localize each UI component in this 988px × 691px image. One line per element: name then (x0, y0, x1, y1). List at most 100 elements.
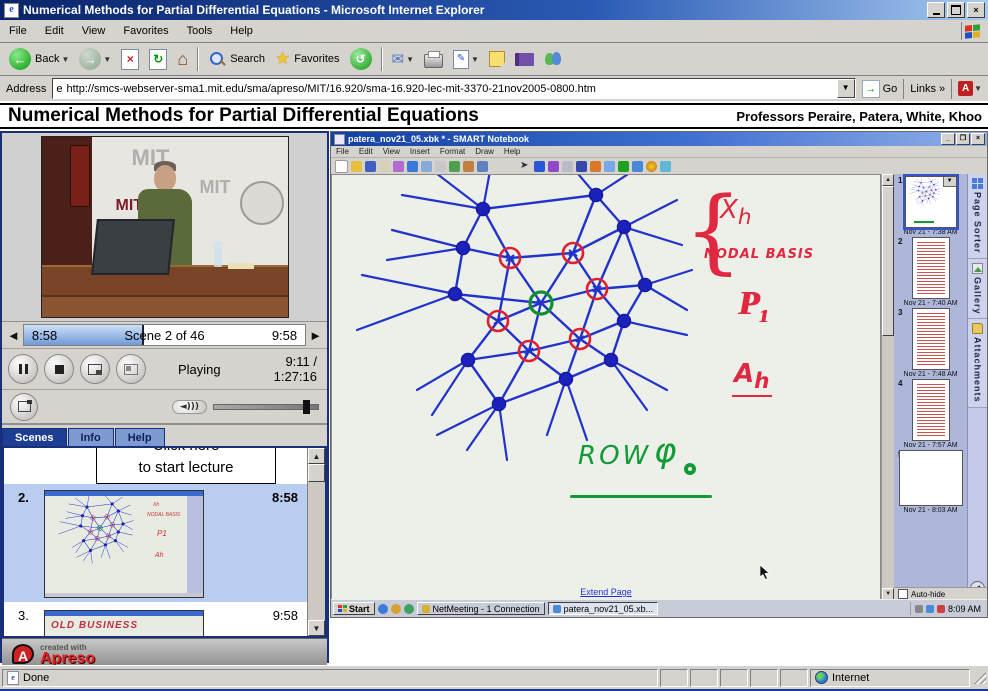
discuss-button[interactable] (484, 49, 510, 69)
delete-icon[interactable] (435, 161, 446, 172)
titlebar[interactable]: e Numerical Methods for Partial Differen… (0, 0, 988, 20)
stop-playback-button[interactable] (44, 354, 74, 384)
creative-pen-icon[interactable] (548, 161, 559, 172)
transparency-icon[interactable] (660, 161, 671, 172)
pdf-button[interactable]: A ▼ (951, 79, 988, 99)
page-menu-dropdown-icon[interactable]: ▼ (943, 176, 957, 187)
scene-scrollbar[interactable]: ▲ ▼ (307, 448, 325, 636)
volume-slider[interactable] (213, 404, 319, 410)
pen-tool-icon[interactable] (534, 161, 545, 172)
next-scene-button[interactable]: ► (306, 328, 325, 343)
page-thumbnail[interactable] (899, 450, 963, 506)
nb-minimize-button[interactable]: _ (941, 133, 955, 145)
print-button[interactable] (419, 48, 448, 70)
pdf-dropdown-icon[interactable]: ▼ (974, 84, 982, 93)
popout-button[interactable] (10, 393, 38, 421)
whiteboard-canvas[interactable]: { Xh NODAL BASIS P1 Ah ROW φ Extend Page (331, 174, 881, 600)
document-camera-icon[interactable] (477, 161, 488, 172)
page-thumb-1[interactable]: 1▼Nov 21 - 7:38 AM (894, 176, 967, 236)
line-width-icon[interactable] (632, 161, 643, 172)
maximize-button[interactable] (947, 2, 965, 18)
line-tool-icon[interactable] (576, 161, 587, 172)
pause-button[interactable] (8, 354, 38, 384)
eraser-icon[interactable] (562, 161, 573, 172)
extend-page-link[interactable]: Extend Page (332, 587, 880, 597)
scroll-down-icon[interactable]: ▼ (308, 620, 325, 636)
minimize-button[interactable] (927, 2, 945, 18)
scroll-thumb[interactable] (308, 464, 325, 482)
research-button[interactable] (510, 51, 539, 68)
quicklaunch-icon-3[interactable] (404, 604, 414, 614)
close-button[interactable]: × (967, 2, 985, 18)
text-tool-icon[interactable] (604, 161, 615, 172)
fill-color-icon[interactable] (646, 161, 657, 172)
scene-3-thumbnail[interactable]: OLD BUSINESS (44, 610, 204, 636)
favorites-button[interactable]: ★ Favorites (270, 47, 345, 71)
color-icon[interactable] (618, 161, 629, 172)
nb-close-button[interactable]: × (971, 133, 985, 145)
refresh-button[interactable]: ↻ (144, 47, 172, 72)
swap-view-button[interactable] (116, 354, 146, 384)
page-thumbnail[interactable]: ▼ (905, 176, 957, 228)
stop-button[interactable]: × (116, 47, 144, 72)
page-thumb-3[interactable]: 3Nov 21 - 7:48 AM (894, 308, 967, 378)
forward-button[interactable]: → ▼ (74, 46, 116, 72)
scene-item-2-selected[interactable]: 2. 8:58 Xh NODAL BASIS P1 Ah (4, 484, 308, 602)
messenger-button[interactable] (539, 49, 567, 69)
back-dropdown-icon[interactable]: ▼ (61, 55, 69, 64)
tab-gallery[interactable]: Gallery (968, 259, 987, 320)
redo-icon[interactable] (421, 161, 432, 172)
tray-shield-icon[interactable] (937, 605, 945, 613)
nb-menu-view[interactable]: View (378, 147, 405, 156)
tab-scenes[interactable]: Scenes (2, 428, 67, 446)
menu-file[interactable]: File (0, 22, 36, 40)
save-icon[interactable] (365, 161, 376, 172)
address-input[interactable]: e http://smcs-webserver-sma1.mit.edu/sma… (52, 78, 855, 99)
tray-pen-icon[interactable] (915, 605, 923, 613)
nb-restore-button[interactable]: ❐ (956, 133, 970, 145)
tab-attachments[interactable]: Attachments (968, 319, 987, 408)
mail-button[interactable]: ✉ ▼ (387, 48, 420, 70)
volume-knob[interactable] (303, 400, 310, 414)
home-button[interactable]: ⌂ (172, 47, 193, 72)
nb-menu-format[interactable]: Format (435, 147, 470, 156)
edit-button[interactable]: ✎ ▼ (448, 48, 484, 71)
links-button[interactable]: Links » (903, 79, 951, 99)
forward-dropdown-icon[interactable]: ▼ (103, 55, 111, 64)
page-thumbnail[interactable] (912, 379, 950, 441)
menu-favorites[interactable]: Favorites (114, 22, 177, 40)
netmeeting-task-button[interactable]: NetMeeting - 1 Connection (417, 602, 545, 615)
history-button[interactable]: ↺ (345, 46, 377, 72)
tab-info[interactable]: Info (68, 428, 114, 446)
insert-page-icon[interactable] (449, 161, 460, 172)
quicklaunch-ie-icon[interactable] (378, 604, 388, 614)
canvas-scrollbar[interactable]: ▲ ▼ (881, 174, 894, 600)
scene-item-3[interactable]: 3. 9:58 OLD BUSINESS (4, 602, 308, 636)
lecture-video[interactable]: MIT MIT MIT Massachusetts Institute of T… (41, 136, 289, 318)
page-thumb-4[interactable]: 4Nov 21 - 7:57 AM (894, 379, 967, 449)
back-button[interactable]: ← Back ▼ (4, 46, 74, 72)
shape-tool-icon[interactable] (590, 161, 601, 172)
seek-bar[interactable]: 8:58 Scene 2 of 46 9:58 (23, 324, 306, 346)
resize-grip[interactable] (974, 672, 986, 684)
nb-menu-insert[interactable]: Insert (405, 147, 435, 156)
paste-icon[interactable] (379, 161, 390, 172)
start-button[interactable]: Start (333, 602, 375, 615)
canvas-scroll-thumb[interactable] (882, 186, 894, 336)
nb-menu-file[interactable]: File (331, 147, 354, 156)
view-mode-button[interactable] (80, 354, 110, 384)
scroll-up-icon[interactable]: ▲ (308, 448, 325, 464)
nb-menu-draw[interactable]: Draw (470, 147, 499, 156)
search-button[interactable]: Search (203, 48, 270, 70)
select-tool-icon[interactable]: ➤ (520, 161, 531, 172)
go-button[interactable]: → Go (856, 80, 904, 98)
tab-help[interactable]: Help (115, 428, 165, 446)
scene-item-1[interactable]: Click hereto start lecture (4, 448, 308, 484)
capture-icon[interactable] (393, 161, 404, 172)
page-thumbnail[interactable] (912, 308, 950, 370)
prev-scene-button[interactable]: ◄ (4, 328, 23, 343)
nb-menu-help[interactable]: Help (499, 147, 525, 156)
undo-icon[interactable] (407, 161, 418, 172)
menu-edit[interactable]: Edit (36, 22, 73, 40)
menu-tools[interactable]: Tools (178, 22, 222, 40)
